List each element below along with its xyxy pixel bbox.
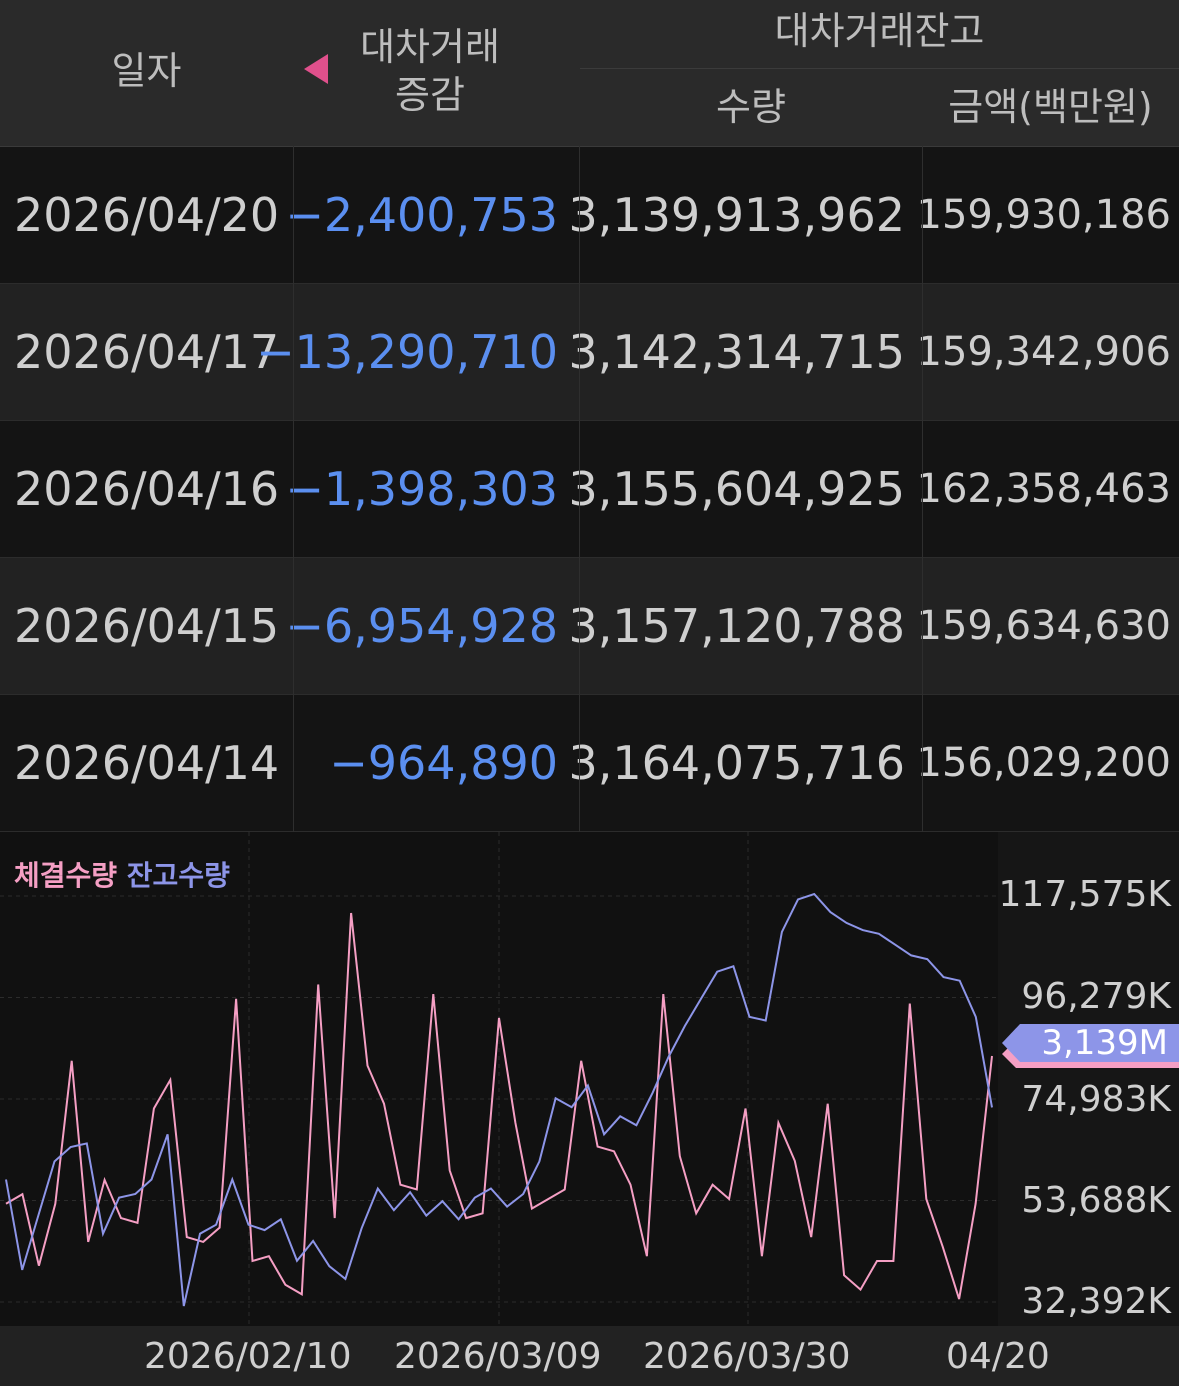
table-row[interactable]: 2026/04/15 −6,954,928 3,157,120,788 159,… <box>0 558 1179 695</box>
row-change: −2,400,753 <box>285 188 558 242</box>
row-change: −13,290,710 <box>256 325 558 379</box>
row-change: −1,398,303 <box>285 462 558 516</box>
row-qty: 3,157,120,788 <box>568 599 905 653</box>
x-tick-label: 2026/03/09 <box>394 1336 602 1377</box>
amount-column-header[interactable]: 금액(백만원) <box>922 84 1179 130</box>
qty-column-header[interactable]: 수량 <box>580 84 922 130</box>
x-tick-label: 04/20 <box>946 1336 1050 1377</box>
row-date: 2026/04/17 <box>14 325 280 379</box>
row-qty: 3,164,075,716 <box>568 736 905 790</box>
y-tick-label: 53,688K <box>1021 1180 1171 1221</box>
change-column-header-line2: 증감 <box>395 73 465 117</box>
row-amount: 159,930,186 <box>916 192 1171 238</box>
row-qty: 3,155,604,925 <box>568 462 905 516</box>
table-header: 일자 대차거래 증감 대차거래잔고 수량 금액(백만원) <box>0 0 1179 147</box>
current-value-marker: 3,139M <box>1002 1023 1179 1068</box>
marker-label: 3,139M <box>1041 1023 1168 1063</box>
row-date: 2026/04/15 <box>14 599 280 653</box>
row-change: −964,890 <box>329 736 558 790</box>
legend-balance: 잔고수량 <box>126 859 230 892</box>
x-tick-label: 2026/03/30 <box>643 1336 851 1377</box>
table-row[interactable]: 2026/04/14 −964,890 3,164,075,716 156,02… <box>0 695 1179 832</box>
balance-group-header: 대차거래잔고 <box>774 9 985 53</box>
sort-triangle-icon[interactable] <box>304 54 328 84</box>
row-amount: 156,029,200 <box>916 740 1171 786</box>
chart-legend: 체결수량 잔고수량 <box>14 854 230 894</box>
row-date: 2026/04/14 <box>14 736 280 790</box>
y-tick-label: 32,392K <box>1021 1281 1171 1322</box>
change-column-header-line1[interactable]: 대차거래 <box>330 24 530 70</box>
y-tick-label: 117,575K <box>998 874 1171 915</box>
table-row[interactable]: 2026/04/16 −1,398,303 3,155,604,925 162,… <box>0 421 1179 558</box>
column-divider <box>293 146 294 832</box>
date-column-header[interactable]: 일자 <box>0 48 293 94</box>
table-row[interactable]: 2026/04/17 −13,290,710 3,142,314,715 159… <box>0 284 1179 421</box>
header-divider <box>580 68 1179 69</box>
row-date: 2026/04/20 <box>14 188 280 242</box>
column-divider <box>579 146 580 832</box>
y-tick-label: 74,983K <box>1021 1079 1171 1120</box>
table-row[interactable]: 2026/04/20 −2,400,753 3,139,913,962 159,… <box>0 147 1179 284</box>
row-qty: 3,139,913,962 <box>568 188 905 242</box>
row-qty: 3,142,314,715 <box>568 325 905 379</box>
chart-area[interactable]: 3,139M 체결수량 잔고수량 117,575K 96,279K 74,983… <box>0 832 1179 1386</box>
chart-svg[interactable]: 3,139M <box>0 832 1179 1386</box>
row-amount: 162,358,463 <box>916 466 1171 512</box>
row-amount: 159,634,630 <box>916 603 1171 649</box>
row-change: −6,954,928 <box>285 599 558 653</box>
y-tick-label: 96,279K <box>1021 976 1171 1017</box>
column-divider <box>922 146 923 832</box>
x-tick-label: 2026/02/10 <box>144 1336 352 1377</box>
legend-trade: 체결수량 <box>14 859 118 892</box>
row-amount: 159,342,906 <box>916 329 1171 375</box>
row-date: 2026/04/16 <box>14 462 280 516</box>
